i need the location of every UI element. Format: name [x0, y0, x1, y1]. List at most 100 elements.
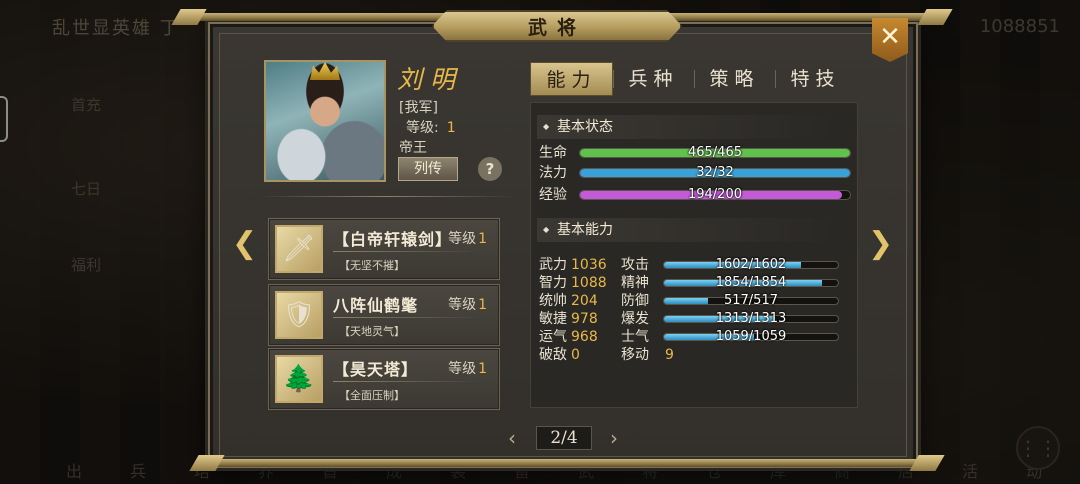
attribute-value: 978: [571, 311, 598, 327]
dialog-title: 武将: [527, 16, 586, 39]
attribute-value: 204: [571, 293, 598, 309]
attribute-agility: 敏捷 978: [539, 310, 598, 328]
prev-hero-arrow-icon[interactable]: ❮: [232, 226, 257, 261]
hero-faction: [我军]: [399, 100, 438, 116]
stat-label: 经验: [539, 187, 567, 203]
tab-troops[interactable]: 兵种: [613, 62, 694, 96]
hero-title: 帝王: [399, 140, 427, 156]
biography-button[interactable]: 列传: [398, 157, 458, 181]
combat-stat-value: 1602/1602: [715, 257, 787, 272]
attribute-command: 统帅 204: [539, 292, 598, 310]
next-hero-arrow-icon[interactable]: ❯: [868, 226, 893, 261]
hero-portrait: [264, 60, 386, 182]
crown-icon: [310, 62, 340, 80]
attribute-intellect: 智力 1088: [539, 274, 607, 292]
dialog-bottom-rail: [196, 459, 936, 467]
combat-stat-label: 攻击: [621, 257, 649, 273]
tab-ability[interactable]: 能力: [530, 62, 613, 96]
equipment-tag: 【无坚不摧】: [339, 259, 405, 272]
equipment-slot-weapon[interactable]: 🗡 【白帝轩辕剑】 等级 1 【无坚不摧】: [268, 218, 500, 280]
attribute-label: 敏捷: [539, 311, 567, 327]
stat-label: 法力: [539, 165, 567, 181]
attribute-luck: 运气 968: [539, 328, 598, 346]
combat-stat-attack: 攻击 1602/1602: [621, 256, 851, 274]
basic-ability-header: 基本能力: [537, 218, 837, 242]
combat-stat-label: 士气: [621, 329, 649, 345]
dialog-title-plate: 武将: [432, 10, 682, 42]
equipment-divider: [333, 251, 483, 252]
equipment-tag: 【全面压制】: [339, 389, 405, 402]
equipment-divider: [333, 381, 483, 382]
combat-stat-value: 1313/1313: [715, 311, 787, 326]
equipment-name: 【白帝轩辕剑】: [333, 230, 453, 249]
combat-stat-defense: 防御 517/517: [621, 292, 851, 310]
equipment-level: 等级 1: [448, 228, 487, 248]
attribute-label: 智力: [539, 275, 567, 291]
stats-panel: 基本状态 生命 465/465 法力 32/32 经验 194/200 基本能力…: [530, 102, 858, 408]
divider: [258, 196, 514, 197]
close-icon: ✕: [879, 22, 901, 52]
hero-level: 等级: 1: [406, 117, 456, 137]
equipment-level-label: 等级: [448, 297, 477, 313]
combat-stat-morale: 士气 1059/1059: [621, 328, 851, 346]
stat-value: 194/200: [687, 187, 742, 202]
equipment-level-label: 等级: [448, 361, 477, 377]
attribute-label: 破敌: [539, 347, 567, 363]
combat-stat-spirit: 精神 1854/1854: [621, 274, 851, 292]
hero-level-value: 1: [446, 120, 456, 136]
basic-status-header: 基本状态: [537, 115, 837, 139]
combat-stat-label: 防御: [621, 293, 649, 309]
hero-name: 刘明: [397, 65, 464, 94]
equipment-divider: [333, 317, 483, 318]
attribute-value: 1036: [571, 257, 607, 273]
combat-stat-label: 爆发: [621, 311, 649, 327]
equipment-name: 八阵仙鹤氅: [333, 296, 419, 315]
sword-icon: 🗡: [275, 225, 323, 273]
tab-bar: 能力 兵种 策略 特技: [530, 62, 856, 96]
equipment-level-value: 1: [478, 231, 487, 247]
pager-next-icon[interactable]: ›: [610, 426, 618, 450]
attribute-label: 武力: [539, 257, 567, 273]
combat-stat-value: 9: [665, 347, 674, 363]
stat-value: 465/465: [687, 145, 742, 160]
equipment-level-label: 等级: [448, 231, 477, 247]
stat-bar-hp: 生命 465/465: [539, 144, 853, 162]
hero-level-label: 等级:: [406, 120, 439, 136]
combat-stat-value: 1854/1854: [715, 275, 787, 290]
attribute-value: 0: [571, 347, 580, 363]
combat-stat-label: 精神: [621, 275, 649, 291]
stat-bar-mp: 法力 32/32: [539, 164, 853, 182]
tab-strategy[interactable]: 策略: [694, 62, 775, 96]
equipment-level-value: 1: [478, 361, 487, 377]
attribute-value: 968: [571, 329, 598, 345]
tower-icon: 🌲: [275, 355, 323, 403]
equipment-slot-armor[interactable]: 🛡 八阵仙鹤氅 等级 1 【天地灵气】: [268, 284, 500, 346]
stat-bar-exp: 经验 194/200: [539, 186, 853, 204]
pager-indicator: 2/4: [536, 426, 592, 450]
help-button[interactable]: ?: [478, 157, 502, 181]
pager-prev-icon[interactable]: ‹: [508, 426, 516, 450]
combat-stat-label: 移动: [621, 347, 649, 363]
combat-stat-value: 1059/1059: [715, 329, 787, 344]
attribute-break: 破敌 0: [539, 346, 580, 364]
combat-stat-burst: 爆发 1313/1313: [621, 310, 851, 328]
stat-label: 生命: [539, 145, 567, 161]
armor-icon: 🛡: [275, 291, 323, 339]
combat-stat-move: 移动 9: [621, 346, 674, 364]
hero-pager: ‹ 2/4 ›: [508, 426, 618, 452]
equipment-level: 等级 1: [448, 294, 487, 314]
combat-stat-value: 517/517: [723, 293, 778, 308]
equipment-tag: 【天地灵气】: [339, 325, 405, 338]
stat-value: 32/32: [696, 165, 734, 180]
equipment-level-value: 1: [478, 297, 487, 313]
attribute-label: 运气: [539, 329, 567, 345]
attribute-value: 1088: [571, 275, 607, 291]
equipment-name: 【昊天塔】: [333, 360, 419, 379]
attribute-label: 统帅: [539, 293, 567, 309]
close-button[interactable]: ✕: [872, 18, 908, 62]
equipment-level: 等级 1: [448, 358, 487, 378]
tab-skills[interactable]: 特技: [775, 62, 856, 96]
attribute-strength: 武力 1036: [539, 256, 607, 274]
equipment-slot-treasure[interactable]: 🌲 【昊天塔】 等级 1 【全面压制】: [268, 348, 500, 410]
edge-handle-icon[interactable]: [0, 96, 8, 142]
